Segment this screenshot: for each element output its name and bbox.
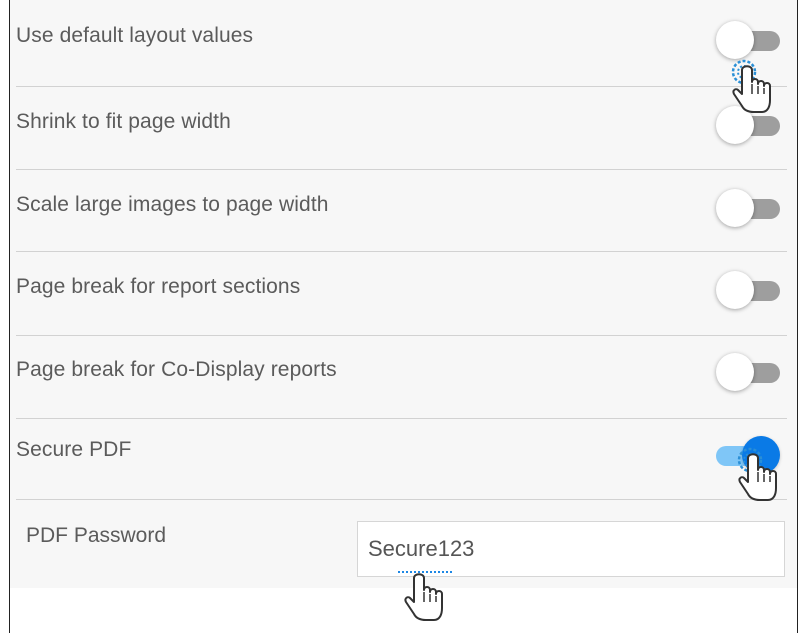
row-divider: [16, 86, 787, 87]
setting-label: Scale large images to page width: [16, 193, 329, 216]
spellcheck-underline: [398, 571, 452, 573]
row-divider: [16, 418, 787, 419]
toggle-shrink-to-fit[interactable]: [716, 105, 780, 145]
toggle-knob: [716, 353, 754, 391]
toggle-knob: [716, 271, 754, 309]
setting-label: Shrink to fit page width: [16, 110, 231, 133]
setting-row-default-layout: Use default layout values: [16, 14, 787, 97]
setting-row-page-break-sections: Page break for report sections: [16, 263, 787, 346]
toggle-page-break-sections[interactable]: [716, 270, 780, 310]
setting-row-page-break-codisplay: Page break for Co-Display reports: [16, 346, 787, 429]
pdf-password-input[interactable]: [357, 521, 785, 577]
toggle-knob: [716, 106, 754, 144]
row-divider: [16, 169, 787, 170]
setting-label: Secure PDF: [16, 438, 132, 461]
setting-label: Use default layout values: [16, 24, 254, 47]
setting-label: Page break for report sections: [16, 275, 301, 298]
setting-label: Page break for Co-Display reports: [16, 358, 337, 381]
toggle-knob: [742, 436, 780, 474]
toggle-secure-pdf[interactable]: [716, 435, 780, 475]
toggle-knob: [716, 21, 754, 59]
pdf-password-label: PDF Password: [26, 524, 167, 547]
toggle-default-layout[interactable]: [716, 20, 780, 60]
toggle-knob: [716, 189, 754, 227]
toggle-scale-images[interactable]: [716, 188, 780, 228]
row-divider: [16, 251, 787, 252]
row-divider: [16, 335, 787, 336]
toggle-page-break-codisplay[interactable]: [716, 352, 780, 392]
row-divider: [16, 499, 787, 500]
